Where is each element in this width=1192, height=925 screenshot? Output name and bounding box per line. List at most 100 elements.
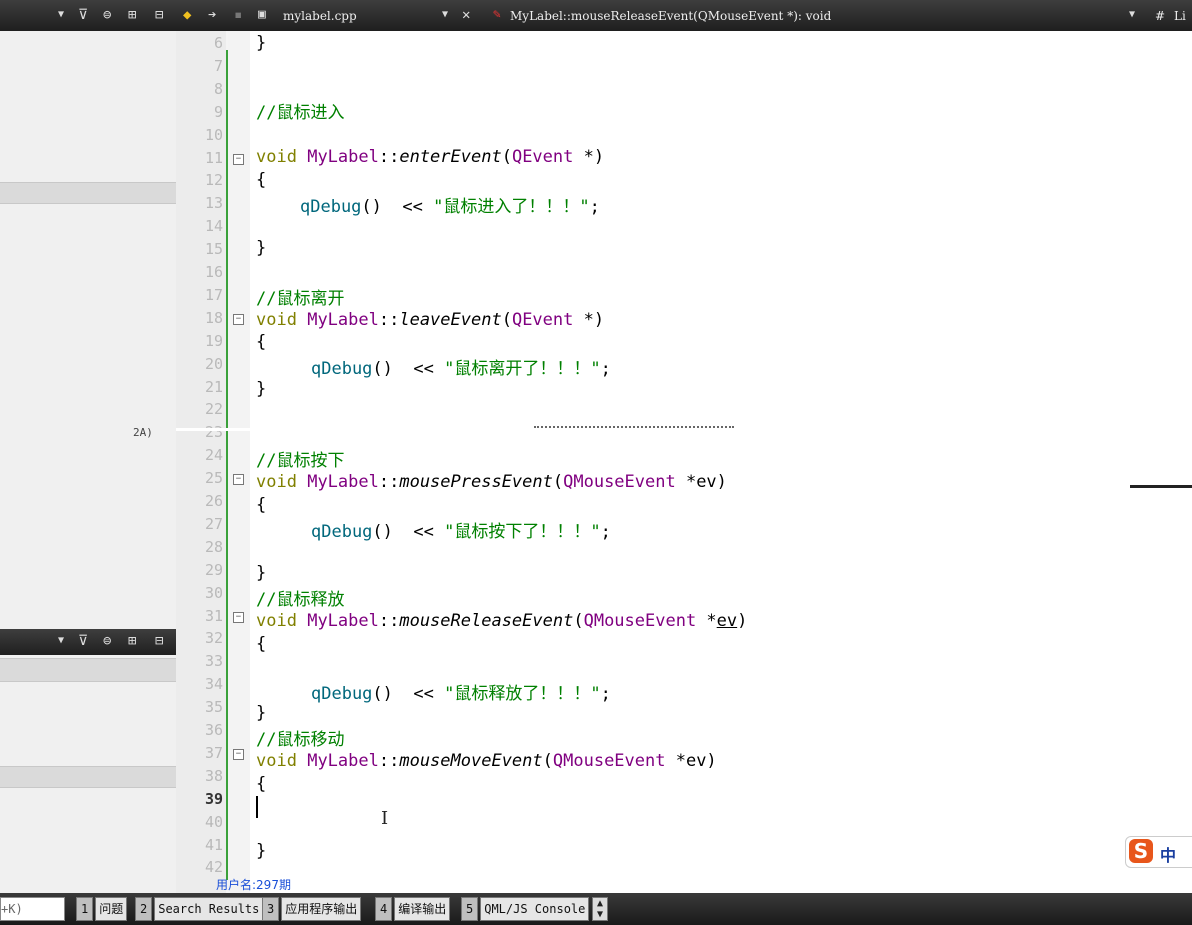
code-comment[interactable]: //鼠标释放	[256, 585, 344, 610]
filter-icon[interactable]: ⊽	[78, 633, 88, 649]
line-number: 37	[204, 743, 223, 762]
split-icon[interactable]: ⊞	[128, 7, 136, 23]
line-label[interactable]: Li	[1174, 9, 1186, 23]
line-number: 17	[204, 285, 223, 304]
code-line[interactable]: }	[256, 563, 266, 583]
sogou-logo-icon: S	[1129, 839, 1153, 863]
line-number: 19	[204, 331, 223, 350]
line-number: 23	[204, 423, 223, 442]
line-number: 26	[204, 492, 223, 510]
line-number: 31	[204, 606, 223, 625]
line-number: 28	[204, 537, 223, 556]
output-pane-arrows-icon[interactable]: ▲ ▼	[592, 897, 608, 921]
function-signature[interactable]: MyLabel::mouseReleaseEvent(QMouseEvent *…	[510, 9, 831, 23]
locator-input[interactable]: +K)	[0, 897, 65, 921]
back-icon[interactable]: ◆	[183, 7, 191, 23]
symbol-dropdown-icon[interactable]: ▼	[1129, 7, 1135, 23]
watermark: 用户名:297期	[216, 878, 291, 892]
sidebar-toolbar: ▼ ⊽ ⊜ ⊞ ⊟	[0, 629, 176, 655]
line-number: 13	[204, 194, 223, 213]
tab-qml-console[interactable]: 5 QML/JS Console	[461, 897, 590, 921]
code-comment[interactable]: //鼠标进入	[256, 98, 344, 123]
line-number: 34	[204, 675, 223, 694]
line-number: 27	[204, 514, 223, 533]
line-number: 30	[204, 583, 223, 602]
line-number: 11	[204, 148, 223, 167]
sidebar-header	[0, 658, 176, 682]
tab-compile-output[interactable]: 4 编译输出	[375, 897, 451, 921]
sidebar-header	[0, 182, 176, 204]
ime-indicator[interactable]: S 中	[1125, 836, 1192, 868]
code-comment[interactable]: //鼠标离开	[256, 284, 344, 309]
line-number: 8	[213, 79, 223, 98]
line-number: 14	[204, 217, 223, 236]
line-number: 6	[213, 34, 223, 52]
code-line[interactable]: }	[256, 841, 266, 861]
forward-icon[interactable]: ➔	[208, 7, 216, 23]
render-artifact: 2A)	[133, 426, 153, 439]
code-comment[interactable]: //鼠标按下	[256, 446, 344, 471]
line-number: 38	[204, 766, 223, 785]
code-line[interactable]: {	[256, 170, 266, 190]
ibeam-cursor-icon: I	[381, 808, 389, 829]
line-number: 35	[204, 698, 223, 717]
code-line[interactable]: {	[256, 774, 266, 794]
split-icon[interactable]: ⊞	[128, 633, 136, 649]
line-number: 41	[204, 835, 223, 854]
editor-toolbar: ▼ ⊽ ⊜ ⊞ ⊟ ◆ ➔ ▪ ▣ mylabel.cpp ▼ ✕ ✎ MyLa…	[0, 0, 1192, 31]
link-icon[interactable]: ⊜	[103, 633, 111, 649]
line-number: 21	[204, 377, 223, 396]
code-line[interactable]: }	[256, 33, 266, 53]
fold-toggle-icon[interactable]: −	[233, 474, 244, 486]
line-number: 42	[204, 858, 223, 877]
code-line[interactable]: }	[256, 379, 266, 399]
filter-icon[interactable]: ⊽	[78, 7, 88, 23]
code-line[interactable]: }	[256, 703, 266, 723]
code-line[interactable]: void MyLabel::mouseReleaseEvent(QMouseEv…	[256, 611, 747, 631]
tab-application-output[interactable]: 3 应用程序输出	[262, 897, 362, 921]
code-line[interactable]: void MyLabel::leaveEvent(QEvent *)	[256, 310, 604, 330]
tab-search-results[interactable]: 2 Search Results	[135, 897, 264, 921]
fold-toggle-icon[interactable]: −	[233, 313, 244, 325]
code-line[interactable]: qDebug() << "鼠标离开了！！！";	[311, 354, 611, 379]
fold-toggle-icon[interactable]: −	[233, 748, 244, 760]
line-number: 24	[204, 446, 223, 465]
link-icon[interactable]: ⊜	[103, 7, 111, 23]
code-line[interactable]: void MyLabel::mousePressEvent(QMouseEven…	[256, 472, 727, 492]
file-name[interactable]: mylabel.cpp	[283, 9, 357, 23]
code-line[interactable]: {	[256, 332, 266, 352]
code-line[interactable]: {	[256, 495, 266, 515]
code-line[interactable]: }	[256, 238, 266, 258]
line-number: 20	[204, 354, 223, 373]
line-number: 32	[204, 629, 223, 648]
file-dropdown-icon[interactable]: ▼	[442, 7, 448, 23]
code-line[interactable]: qDebug() << "鼠标按下了！！！";	[311, 517, 611, 542]
line-number: 22	[204, 400, 223, 419]
line-number: 15	[204, 240, 223, 259]
cpp-file-icon: ▣	[258, 7, 266, 22]
line-number: 36	[204, 721, 223, 739]
dropdown-icon[interactable]: ▼	[58, 635, 64, 646]
line-number: 25	[204, 469, 223, 488]
line-number: 16	[204, 263, 223, 281]
text-cursor	[256, 796, 258, 818]
code-line[interactable]: qDebug() << "鼠标进入了！！！";	[300, 192, 600, 217]
code-comment[interactable]: //鼠标移动	[256, 725, 344, 750]
left-sidebar: ▼ ⊽ ⊜ ⊞ ⊟	[0, 31, 177, 893]
ime-mode[interactable]: 中	[1160, 842, 1176, 866]
tab-issues[interactable]: 1 问题	[76, 897, 128, 921]
code-line[interactable]: {	[256, 634, 266, 654]
line-number: 12	[204, 171, 223, 190]
close-file-icon[interactable]: ✕	[462, 7, 470, 23]
line-number: 7	[213, 56, 223, 75]
code-line[interactable]: void MyLabel::mouseMoveEvent(QMouseEvent…	[256, 751, 717, 771]
dropdown-icon[interactable]: ▼	[58, 7, 64, 23]
close-panel-icon[interactable]: ⊟	[155, 7, 163, 23]
lock-icon: ▪	[234, 7, 243, 23]
render-artifact	[1130, 485, 1192, 488]
fold-toggle-icon[interactable]: −	[233, 153, 244, 165]
close-panel-icon[interactable]: ⊟	[155, 633, 163, 649]
fold-toggle-icon[interactable]: −	[233, 611, 244, 623]
code-line[interactable]: void MyLabel::enterEvent(QEvent *)	[256, 147, 604, 167]
code-line[interactable]: qDebug() << "鼠标释放了！！！";	[311, 679, 611, 704]
